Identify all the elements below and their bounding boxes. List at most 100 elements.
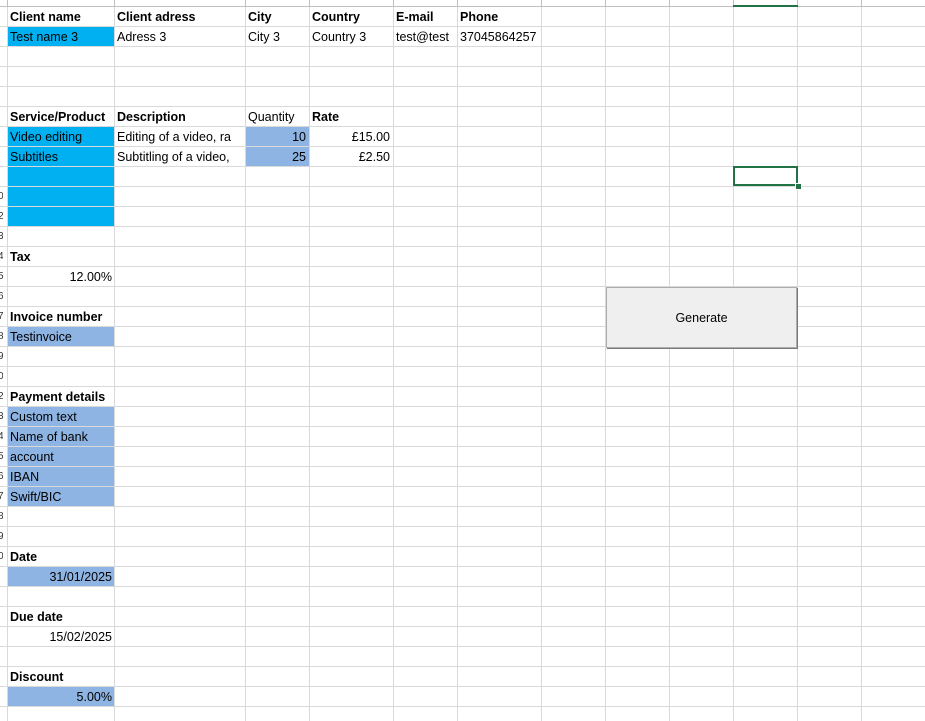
row-number: 8: [0, 511, 3, 522]
row-gridline: [0, 686, 925, 687]
fill-handle[interactable]: [795, 183, 802, 190]
row-number: 7: [0, 311, 3, 322]
column-header-tick: [541, 0, 542, 6]
row-gridline: [0, 406, 925, 407]
rate-cell[interactable]: £2.50: [309, 147, 393, 167]
payment-line[interactable]: Swift/BIC: [7, 487, 115, 507]
row-gridline: [0, 646, 925, 647]
header-phone[interactable]: Phone: [457, 7, 557, 27]
row-gridline: [0, 86, 925, 87]
row-number: 5: [0, 451, 3, 462]
header-quantity[interactable]: Quantity: [245, 107, 309, 127]
header-service[interactable]: Service/Product: [7, 107, 115, 127]
description-cell[interactable]: Subtitling of a video,: [114, 147, 245, 167]
selected-column-header: [733, 0, 798, 7]
row-gridline: [0, 506, 925, 507]
client-name-cell[interactable]: Test name 3: [7, 27, 115, 47]
invoice-label[interactable]: Invoice number: [7, 307, 127, 327]
active-cell-selection[interactable]: [733, 166, 798, 186]
service-cell[interactable]: Subtitles: [7, 147, 115, 167]
payment-line[interactable]: Name of bank: [7, 427, 115, 447]
row-gridline: [0, 706, 925, 707]
row-gridline: [0, 266, 925, 267]
service-cell[interactable]: Video editing: [7, 127, 115, 147]
row-gridline: [0, 626, 925, 627]
row-number: 0: [0, 371, 3, 382]
description-cell[interactable]: Editing of a video, ra: [114, 127, 245, 147]
row-gridline: [0, 606, 925, 607]
row-gridline: [0, 566, 925, 567]
row-gridline: [0, 546, 925, 547]
generate-button-label: Generate: [675, 310, 728, 325]
quantity-cell[interactable]: 10: [245, 127, 309, 147]
phone-cell[interactable]: 37045864257: [457, 27, 557, 47]
column-header-tick: [457, 0, 458, 6]
payment-line[interactable]: IBAN: [7, 467, 115, 487]
quantity-cell[interactable]: 25: [245, 147, 309, 167]
column-gridline: [605, 0, 606, 721]
row-number: 5: [0, 271, 3, 282]
row-gridline: [0, 66, 925, 67]
column-gridline: [541, 0, 542, 721]
row-gridline: [0, 186, 925, 187]
column-header-tick: [309, 0, 310, 6]
generate-button[interactable]: Generate: [606, 287, 797, 348]
invoice-value[interactable]: Testinvoice: [7, 327, 115, 347]
tax-label[interactable]: Tax: [7, 247, 115, 267]
due-date-value[interactable]: 15/02/2025: [7, 627, 115, 647]
tax-value[interactable]: 12.00%: [7, 267, 115, 287]
discount-value[interactable]: 5.00%: [7, 687, 115, 707]
row-gridline: [0, 466, 925, 467]
payment-line[interactable]: account: [7, 447, 115, 467]
row-number: 0: [0, 191, 3, 202]
row-gridline: [0, 666, 925, 667]
row-number: 9: [0, 531, 3, 542]
header-description[interactable]: Description: [114, 107, 245, 127]
row-gridline: [0, 226, 925, 227]
header-rate[interactable]: Rate: [309, 107, 393, 127]
payment-line[interactable]: Custom text: [7, 407, 115, 427]
spreadsheet-grid[interactable]: Client name Client adress City Country E…: [0, 0, 925, 721]
row-gridline: [0, 486, 925, 487]
due-date-label[interactable]: Due date: [7, 607, 115, 627]
row-number: 4: [0, 431, 3, 442]
payment-label[interactable]: Payment details: [7, 387, 127, 407]
discount-label[interactable]: Discount: [7, 667, 115, 687]
country-cell[interactable]: Country 3: [309, 27, 393, 47]
row-number: 6: [0, 471, 3, 482]
date-value[interactable]: 31/01/2025: [7, 567, 115, 587]
row-gridline: [0, 586, 925, 587]
row-number: 2: [0, 391, 3, 402]
header-email[interactable]: E-mail: [393, 7, 457, 27]
column-header-tick: [669, 0, 670, 6]
row-gridline: [0, 246, 925, 247]
city-cell[interactable]: City 3: [245, 27, 309, 47]
email-cell[interactable]: test@test: [393, 27, 457, 47]
header-country[interactable]: Country: [309, 7, 393, 27]
column-header-tick: [861, 0, 862, 6]
header-city[interactable]: City: [245, 7, 309, 27]
column-header-tick: [605, 0, 606, 6]
column-header-tick: [245, 0, 246, 6]
column-gridline: [733, 0, 734, 721]
row-number: 0: [0, 551, 3, 562]
row-number: 6: [0, 291, 3, 302]
row-number: 3: [0, 411, 3, 422]
row-number: 7: [0, 491, 3, 502]
row-gridline: [0, 526, 925, 527]
column-gridline: [669, 0, 670, 721]
row-number: 8: [0, 331, 3, 342]
row-number: 4: [0, 251, 3, 262]
column-gridline: [457, 0, 458, 721]
row-gridline: [0, 366, 925, 367]
date-label[interactable]: Date: [7, 547, 115, 567]
column-header-tick: [7, 0, 8, 6]
column-gridline: [393, 0, 394, 721]
row-gridline: [0, 426, 925, 427]
header-client-name[interactable]: Client name: [7, 7, 115, 27]
header-client-address[interactable]: Client adress: [114, 7, 245, 27]
row-gridline: [0, 446, 925, 447]
client-address-cell[interactable]: Adress 3: [114, 27, 245, 47]
rate-cell[interactable]: £15.00: [309, 127, 393, 147]
column-gridline: [797, 0, 798, 721]
